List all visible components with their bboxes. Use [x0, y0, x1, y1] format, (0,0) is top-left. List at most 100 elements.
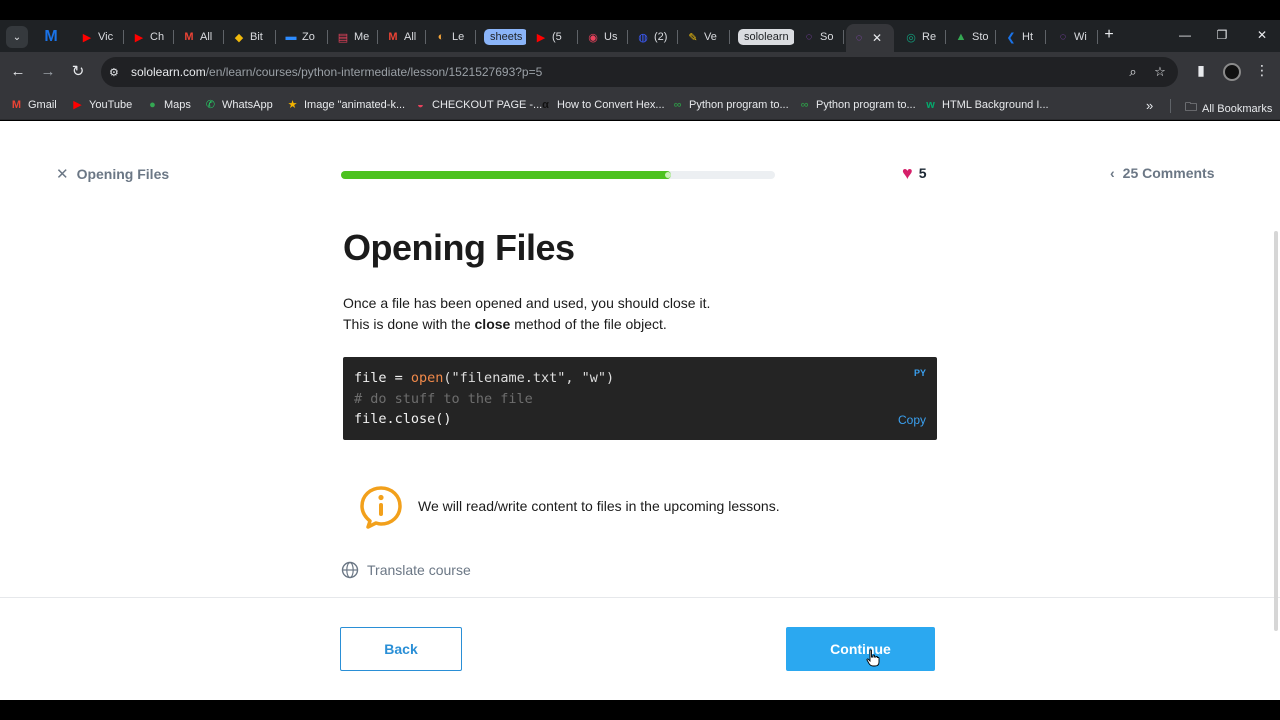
browser-tab[interactable]: ▤ Me	[330, 24, 378, 50]
tab-favicon-icon: ▤	[337, 31, 349, 44]
browser-tab[interactable]: ◉ Us	[580, 24, 628, 50]
info-bubble-icon	[360, 486, 402, 529]
url-text: sololearn.com/en/learn/courses/python-in…	[131, 65, 542, 79]
tab-separator	[577, 30, 578, 44]
new-tab-button[interactable]: +	[1100, 26, 1118, 44]
bookmark-item[interactable]: ∞ Python program to...	[671, 98, 789, 111]
menu-icon[interactable]: ⋮	[1252, 62, 1272, 79]
bookmark-item[interactable]: ∞ Python program to...	[798, 98, 916, 111]
continue-button[interactable]: Continue	[786, 627, 935, 671]
tab-title: (5	[552, 31, 562, 43]
restore-icon[interactable]: ❐	[1214, 28, 1230, 42]
browser-tab[interactable]: M All	[176, 24, 224, 50]
browser-tab[interactable]: ◎ Re	[898, 24, 946, 50]
bookmark-label: Maps	[164, 98, 191, 111]
bookmark-item[interactable]: α How to Convert Hex...	[539, 98, 665, 111]
tab-favicon-icon: ◐	[437, 31, 445, 43]
browser-tab[interactable]: ▶ (5	[528, 24, 578, 50]
browser-tab[interactable]: ◐ Le	[428, 24, 476, 50]
close-window-icon[interactable]: ✕	[1254, 28, 1270, 42]
browser-tab[interactable]: ✎ Ve	[680, 24, 730, 50]
tab-separator	[677, 30, 678, 44]
browser-tab[interactable]: ▬ Zo	[278, 24, 328, 50]
tab-title: Re	[922, 31, 937, 43]
browser-tab[interactable]: ▶ Ch	[126, 24, 174, 50]
tab-title: Ht	[1022, 31, 1033, 43]
bookmarks-bar: M Gmail ▶ YouTube ● Maps ✆ WhatsApp ★ Image "anim…	[0, 92, 1280, 120]
profile-avatar[interactable]	[1223, 63, 1241, 81]
browser-tab[interactable]: ◆ Bit	[226, 24, 276, 50]
back-button[interactable]: Back	[340, 627, 462, 671]
tab-group-chip[interactable]: sololearn	[738, 29, 794, 45]
all-bookmarks-folder[interactable]: 🗀 All Bookmarks	[1185, 98, 1272, 119]
bookmark-item[interactable]: ◒ CHECKOUT PAGE -...	[414, 98, 542, 111]
page-scrollbar[interactable]	[1274, 231, 1278, 631]
lesson-page: ✕ Opening Files ♥ 5 ‹ 25 Comments Openin…	[0, 121, 1280, 700]
bookmark-label: Gmail	[28, 98, 57, 111]
browser-tab[interactable]: ▶ Vic	[74, 24, 124, 50]
lesson-title: Opening Files	[343, 227, 575, 268]
browser-tab[interactable]: ❮ Ht	[998, 24, 1046, 50]
bookmark-item[interactable]: ● Maps	[146, 98, 191, 111]
paragraph-text: This is done with the	[343, 316, 475, 332]
bookmark-item[interactable]: ★ Image "animated-k...	[286, 98, 406, 112]
tab-group-chip[interactable]: sheets	[484, 29, 526, 45]
browser-tab[interactable]: ◌ So	[796, 24, 844, 50]
tab-favicon-icon: M	[184, 31, 194, 43]
tab-separator	[123, 30, 124, 44]
close-tab-icon[interactable]: ✕	[872, 31, 882, 45]
bookmark-label: How to Convert Hex...	[557, 98, 665, 111]
hand-cursor-icon	[866, 649, 880, 667]
browser-tab[interactable]: sololearn	[732, 24, 794, 50]
bookmark-star-icon[interactable]: ☆	[1152, 64, 1168, 80]
url-path: /en/learn/courses/python-intermediate/le…	[205, 65, 543, 79]
browser-tab[interactable]: ◌ Wi	[1050, 24, 1098, 50]
tab-title: Zo	[302, 31, 315, 43]
tab-favicon-icon: M	[388, 31, 398, 43]
translate-course-link[interactable]: Translate course	[341, 561, 471, 579]
copy-code-button[interactable]: Copy	[898, 413, 926, 427]
tab-favicon-icon: ◌	[855, 32, 863, 44]
zoom-icon[interactable]: ⌕	[1125, 64, 1141, 80]
bookmark-item[interactable]: w HTML Background I...	[924, 98, 1048, 111]
browser-tab[interactable]: ▲ Sto	[948, 24, 996, 50]
browser-tab[interactable]: sheets	[478, 24, 526, 50]
browser-tab[interactable]: M All	[380, 24, 426, 50]
minimize-icon[interactable]: —	[1177, 28, 1193, 42]
site-settings-icon[interactable]: ⚙	[109, 66, 123, 79]
tab-separator	[327, 30, 328, 44]
address-bar[interactable]: ⚙ sololearn.com/en/learn/courses/python-…	[101, 57, 1178, 87]
reload-icon[interactable]: ↻	[68, 62, 88, 82]
comments-button[interactable]: ‹ 25 Comments	[1110, 165, 1214, 181]
browser-tab[interactable]: M	[38, 24, 72, 50]
code-comment: # do stuff to the file	[354, 390, 533, 407]
forward-arrow-icon[interactable]: →	[38, 62, 58, 82]
bookmarks-divider	[1170, 99, 1171, 113]
more-bookmarks-icon[interactable]: »	[1146, 98, 1153, 113]
bookmark-label: Python program to...	[816, 98, 916, 111]
bookmark-item[interactable]: ✆ WhatsApp	[204, 98, 273, 112]
close-icon: ✕	[56, 166, 69, 183]
browser-tab[interactable]: ◍ (2)	[630, 24, 678, 50]
bookmark-item[interactable]: M Gmail	[10, 98, 57, 111]
close-lesson-button[interactable]: ✕ Opening Files	[56, 165, 169, 183]
tab-favicon-icon: ◌	[1059, 31, 1067, 43]
tab-strip: ⌄ M ▶ Vic ▶ Ch M All ◆ Bit ▬ Zo ▤ Me M All ◐ Le sheets ▶ (5…	[0, 20, 1280, 52]
lesson-progress-fill	[341, 171, 671, 179]
lesson-name: Opening Files	[76, 166, 170, 182]
bookmark-item[interactable]: ▶ YouTube	[71, 98, 132, 112]
hearts-counter[interactable]: ♥ 5	[902, 164, 926, 182]
tab-title: Ch	[150, 31, 165, 43]
tab-title: All	[200, 31, 213, 43]
bookmark-favicon-icon: M	[11, 98, 22, 111]
tab-separator	[627, 30, 628, 44]
bookmark-label: Image "animated-k...	[304, 98, 406, 111]
bookmark-favicon-icon: ▶	[73, 99, 82, 111]
browser-toolbar: ← → ↻ ⚙ sololearn.com/en/learn/courses/p…	[0, 52, 1280, 92]
tab-favicon-icon: ◆	[234, 31, 244, 44]
browser-tab[interactable]: ◌ ✕	[846, 24, 894, 52]
bookmark-favicon-icon: ◒	[417, 98, 424, 111]
back-arrow-icon[interactable]: ←	[8, 62, 28, 82]
tab-search-chevron-icon[interactable]: ⌄	[6, 26, 28, 48]
side-panel-icon[interactable]: ▮	[1191, 62, 1211, 79]
